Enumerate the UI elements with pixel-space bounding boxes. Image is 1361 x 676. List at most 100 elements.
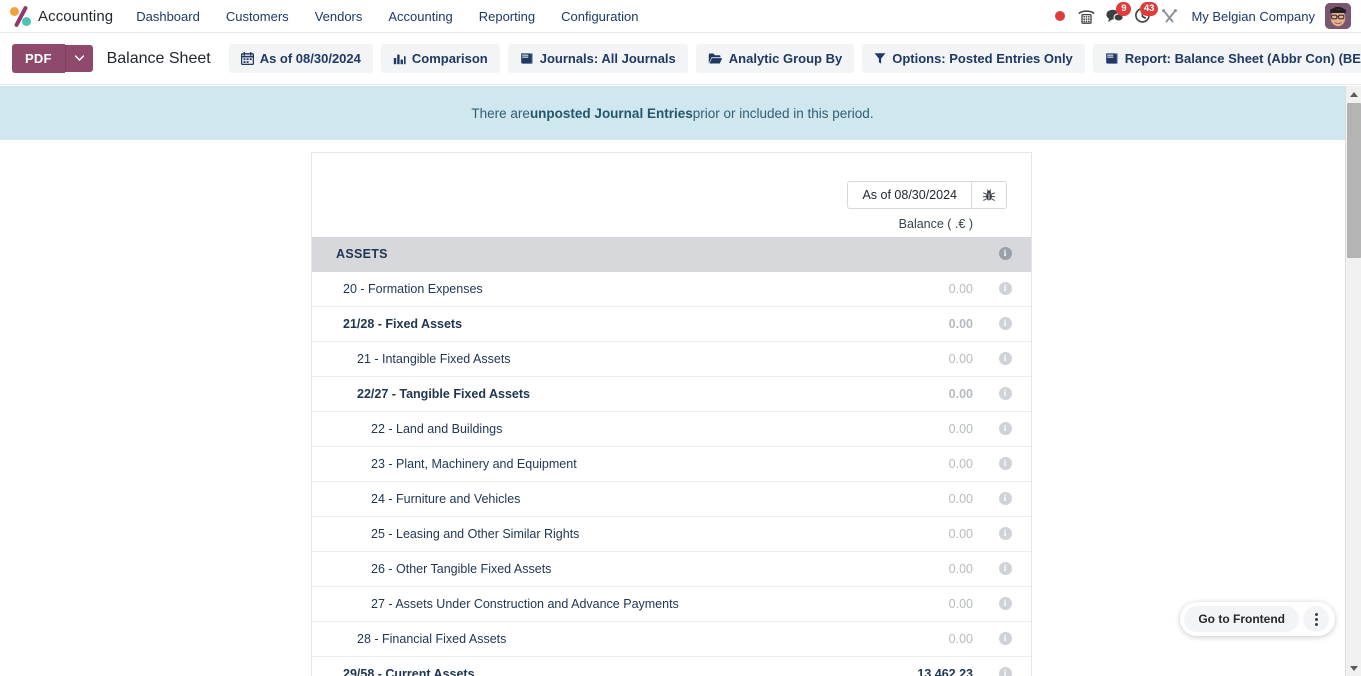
row-info-cell	[979, 412, 1031, 447]
info-icon[interactable]	[998, 561, 1012, 576]
table-row[interactable]: 28 - Financial Fixed Assets 0.00	[312, 622, 1031, 657]
row-info-cell	[979, 517, 1031, 552]
voip-button[interactable]	[1073, 0, 1100, 33]
table-row[interactable]: 22/27 - Tangible Fixed Assets 0.00	[312, 377, 1031, 412]
report-header: As of 08/30/2024 Balance ( .€ )	[312, 153, 1031, 237]
info-icon[interactable]	[998, 316, 1012, 331]
row-label: 23 - Plant, Machinery and Equipment	[371, 457, 577, 471]
table-row[interactable]: 21 - Intangible Fixed Assets 0.00	[312, 342, 1031, 377]
info-icon[interactable]	[998, 281, 1012, 296]
bar-chart-icon	[393, 54, 406, 65]
table-row-section-header[interactable]: ASSETS	[312, 237, 1031, 272]
systray: 9 43 My Belgian Company	[1047, 0, 1353, 33]
table-row[interactable]: 22 - Land and Buildings 0.00	[312, 412, 1031, 447]
row-info-cell	[979, 342, 1031, 377]
row-info-cell	[979, 272, 1031, 307]
row-info-cell	[979, 447, 1031, 482]
row-label: 26 - Other Tangible Fixed Assets	[371, 562, 552, 576]
main-menu: Dashboard Customers Vendors Accounting R…	[123, 0, 651, 33]
table-row[interactable]: 26 - Other Tangible Fixed Assets 0.00	[312, 552, 1031, 587]
menu-item-vendors[interactable]: Vendors	[302, 3, 376, 30]
analytic-group-by-label: Analytic Group By	[728, 51, 843, 66]
alert-text-bold[interactable]: unposted Journal Entries	[530, 106, 693, 121]
info-icon[interactable]	[998, 491, 1012, 506]
table-row[interactable]: 20 - Formation Expenses 0.00	[312, 272, 1031, 307]
menu-item-configuration[interactable]: Configuration	[548, 3, 651, 30]
info-icon[interactable]	[998, 526, 1012, 541]
alert-text-suffix: prior or included in this period.	[692, 105, 874, 121]
balance-sheet-rows: ASSETS 20 - Formation Expenses 0.00 21/2…	[312, 237, 1031, 676]
bug-icon	[983, 189, 995, 201]
report-variant-label: Report: Balance Sheet (Abbr Con) (BE)	[1124, 51, 1361, 66]
row-info-cell	[979, 657, 1031, 676]
row-value: 0.00	[948, 317, 973, 331]
info-icon[interactable]	[998, 421, 1012, 436]
info-icon[interactable]	[998, 631, 1012, 646]
avatar-image	[1325, 3, 1351, 29]
pdf-export-group: PDF	[12, 44, 93, 73]
app-name: Accounting	[38, 7, 114, 25]
debug-menu-button[interactable]	[1156, 0, 1183, 33]
balance-sheet-card: As of 08/30/2024 Balance ( .€ ) ASSETS i…	[311, 152, 1032, 676]
messages-button[interactable]: 9	[1100, 0, 1132, 33]
book-icon	[1105, 53, 1118, 64]
info-icon[interactable]	[998, 386, 1012, 401]
frontend-shortcut: Go to Frontend	[1180, 602, 1335, 636]
book-icon	[520, 53, 533, 64]
record-indicator[interactable]	[1047, 0, 1073, 33]
table-row[interactable]: 21/28 - Fixed Assets 0.00	[312, 307, 1031, 342]
control-panel: PDF Balance Sheet As of 08/30/2024 Compa…	[0, 33, 1361, 85]
table-row[interactable]: 23 - Plant, Machinery and Equipment 0.00	[312, 447, 1031, 482]
table-row[interactable]: 24 - Furniture and Vehicles 0.00	[312, 482, 1031, 517]
vertical-dots-icon	[1314, 612, 1318, 616]
brand-home-link[interactable]: Accounting	[8, 0, 123, 33]
user-avatar[interactable]	[1325, 3, 1351, 29]
row-info-cell	[979, 377, 1031, 412]
odoo-app-window: Accounting Dashboard Customers Vendors A…	[0, 0, 1361, 676]
info-icon[interactable]	[998, 351, 1012, 366]
options-filter-button[interactable]: Options: Posted Entries Only	[862, 44, 1085, 73]
company-switcher[interactable]: My Belgian Company	[1183, 9, 1323, 24]
top-navbar: Accounting Dashboard Customers Vendors A…	[0, 0, 1361, 33]
analytic-group-by-button[interactable]: Analytic Group By	[695, 44, 855, 73]
scroll-up-arrow-icon	[1350, 91, 1358, 97]
journals-filter-label: Journals: All Journals	[539, 51, 676, 66]
date-filter-button[interactable]: As of 08/30/2024	[228, 44, 373, 73]
scroll-up-button[interactable]	[1346, 86, 1361, 102]
calendar-icon	[240, 52, 254, 65]
info-icon[interactable]	[998, 246, 1012, 261]
journals-filter-button[interactable]: Journals: All Journals	[507, 44, 688, 73]
table-row[interactable]: 27 - Assets Under Construction and Advan…	[312, 587, 1031, 622]
page-scrollbar[interactable]	[1345, 86, 1361, 676]
report-variant-button[interactable]: Report: Balance Sheet (Abbr Con) (BE)	[1092, 44, 1361, 73]
info-icon[interactable]	[998, 596, 1012, 611]
date-column-label[interactable]: As of 08/30/2024	[848, 182, 971, 208]
row-info-cell	[979, 482, 1031, 517]
table-row[interactable]: 29/58 - Current Assets 13,462.23	[312, 657, 1031, 676]
table-row[interactable]: 25 - Leasing and Other Similar Rights 0.…	[312, 517, 1031, 552]
menu-item-dashboard[interactable]: Dashboard	[123, 3, 213, 30]
scroll-down-button[interactable]	[1346, 660, 1361, 676]
row-label: 22/27 - Tangible Fixed Assets	[357, 387, 530, 401]
info-icon[interactable]	[998, 666, 1012, 676]
row-value: 0.00	[948, 597, 973, 611]
debug-column-button[interactable]	[971, 182, 1006, 208]
pdf-button[interactable]: PDF	[12, 44, 65, 73]
comparison-button[interactable]: Comparison	[380, 44, 500, 73]
tools-icon	[1162, 8, 1178, 22]
menu-item-customers[interactable]: Customers	[213, 3, 302, 30]
go-to-frontend-button[interactable]: Go to Frontend	[1184, 606, 1299, 632]
menu-item-accounting[interactable]: Accounting	[375, 3, 465, 30]
balance-column-header: Balance ( .€ )	[898, 217, 973, 231]
pdf-dropdown-toggle[interactable]	[64, 45, 93, 72]
row-value: 0.00	[948, 352, 973, 366]
row-label: ASSETS	[336, 247, 388, 261]
frontend-menu-button[interactable]	[1303, 606, 1329, 632]
scrollbar-thumb[interactable]	[1347, 103, 1361, 258]
unposted-entries-alert: There are unposted Journal Entries prior…	[0, 86, 1345, 140]
activities-button[interactable]: 43	[1129, 0, 1159, 33]
row-value: 0.00	[948, 387, 973, 401]
menu-item-reporting[interactable]: Reporting	[466, 3, 548, 30]
info-icon[interactable]	[998, 456, 1012, 471]
page-title: Balance Sheet	[106, 49, 211, 67]
